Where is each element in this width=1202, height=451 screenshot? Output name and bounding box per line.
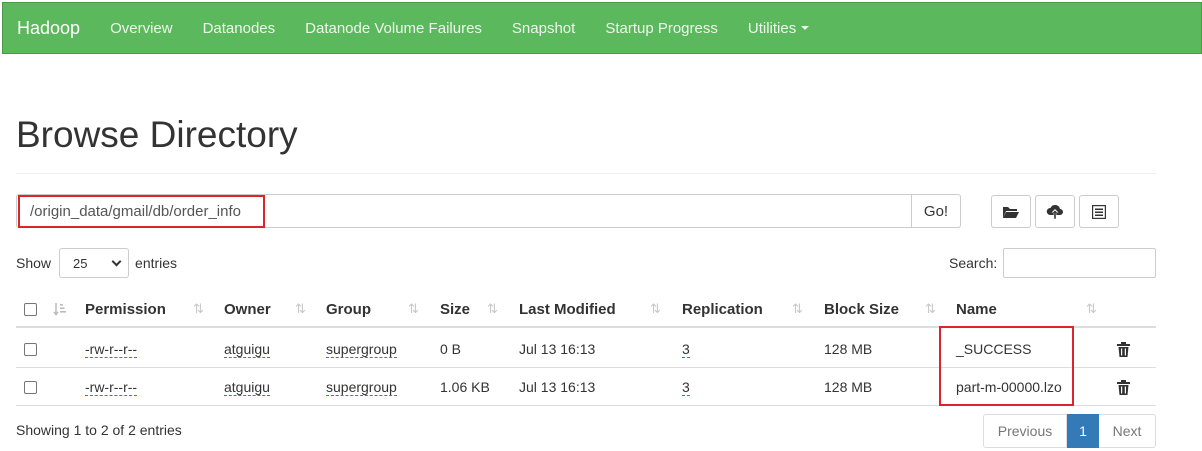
upload-button[interactable] [1035,195,1075,228]
group-cell[interactable]: supergroup [326,379,397,396]
table-header: Permission ⇅ Owner ⇅ Group ⇅ Size ⇅ Last… [16,290,1156,328]
nav-startup-progress[interactable]: Startup Progress [590,20,733,37]
brand-link[interactable]: Hadoop [3,18,95,39]
sort-icon-header[interactable] [53,290,67,328]
col-name[interactable]: Name [956,290,997,328]
replication-cell[interactable]: 3 [682,341,690,358]
col-last-modified[interactable]: Last Modified [519,290,616,328]
row-checkbox[interactable] [24,342,37,356]
page-length-control: Show 25 entries [16,248,177,278]
list-icon [1092,204,1106,219]
entries-label: entries [135,255,178,271]
navbar: Hadoop Overview Datanodes Datanode Volum… [2,2,1202,54]
modified-cell: Jul 13 16:13 [519,341,596,357]
nav-utilities-dropdown[interactable]: Utilities [733,20,824,37]
trash-icon [1117,341,1130,357]
replication-cell[interactable]: 3 [682,379,690,396]
search-input[interactable] [1003,248,1156,278]
path-value: /origin_data/gmail/db/order_info [30,203,241,220]
sort-both-icon[interactable]: ⇅ [650,301,661,317]
caret-down-icon [801,26,810,30]
col-block-size[interactable]: Block Size [824,290,899,328]
col-group[interactable]: Group [326,290,371,328]
nav-utilities-label: Utilities [747,19,797,37]
path-bar: /origin_data/gmail/db/order_info Go! [16,194,961,228]
cut-paste-button[interactable] [1079,195,1119,228]
sort-both-icon[interactable]: ⇅ [487,301,498,317]
sort-both-icon[interactable]: ⇅ [925,301,936,317]
create-directory-button[interactable] [991,195,1031,228]
search-label: Search: [949,255,998,271]
file-name-link[interactable]: _SUCCESS [956,330,1031,368]
divider [16,173,1156,174]
previous-page-button[interactable]: Previous [983,414,1067,448]
nav-snapshot[interactable]: Snapshot [497,20,590,37]
sort-both-icon[interactable]: ⇅ [295,301,306,317]
nav-datanodes[interactable]: Datanodes [188,20,291,37]
sort-both-icon[interactable]: ⇅ [792,301,803,317]
col-owner[interactable]: Owner [224,290,271,328]
sort-both-icon[interactable]: ⇅ [408,301,419,317]
modified-cell: Jul 13 16:13 [519,379,596,395]
block-size-cell: 128 MB [824,379,873,395]
show-label: Show [16,255,52,271]
delete-button[interactable] [1117,368,1130,406]
trash-icon [1117,379,1130,395]
group-cell[interactable]: supergroup [326,341,397,358]
block-size-cell: 128 MB [824,341,873,357]
file-name-link[interactable]: part-m-00000.lzo [956,368,1062,406]
size-cell: 0 B [440,341,462,357]
permission-cell[interactable]: -rw-r--r-- [85,379,138,396]
col-permission[interactable]: Permission [85,290,166,328]
select-all-checkbox-cell[interactable] [24,290,37,328]
page-title: Browse Directory [16,114,298,155]
delete-button[interactable] [1117,330,1130,368]
table-row: -rw-r--r-- atguigu supergroup 0 B Jul 13… [16,330,1156,368]
table-info: Showing 1 to 2 of 2 entries [16,422,182,438]
go-button[interactable]: Go! [911,194,961,228]
sort-amount-icon [53,303,66,316]
row-checkbox-cell [24,330,37,368]
row-checkbox-cell [24,368,37,406]
entries-select[interactable]: 25 [59,248,130,278]
cloud-upload-icon [1046,204,1063,219]
folder-open-icon [1003,206,1019,218]
row-checkbox[interactable] [24,380,37,394]
entries-select-value: 25 [73,256,88,271]
col-size[interactable]: Size [440,290,470,328]
path-input[interactable]: /origin_data/gmail/db/order_info [16,194,911,228]
nav-volume-failures[interactable]: Datanode Volume Failures [290,20,497,37]
owner-cell[interactable]: atguigu [224,341,270,358]
page-1-button[interactable]: 1 [1067,414,1099,448]
size-cell: 1.06 KB [440,379,490,395]
pagination: Previous 1 Next [983,414,1156,448]
table-row: -rw-r--r-- atguigu supergroup 1.06 KB Ju… [16,368,1156,406]
chevron-down-icon [111,256,122,267]
permission-cell[interactable]: -rw-r--r-- [85,341,138,358]
nav-overview[interactable]: Overview [95,20,188,37]
owner-cell[interactable]: atguigu [224,379,270,396]
select-all-checkbox[interactable] [24,302,37,316]
next-page-button[interactable]: Next [1099,414,1156,448]
col-replication[interactable]: Replication [682,290,763,328]
sort-both-icon[interactable]: ⇅ [193,301,204,317]
sort-both-icon[interactable]: ⇅ [1086,301,1097,317]
